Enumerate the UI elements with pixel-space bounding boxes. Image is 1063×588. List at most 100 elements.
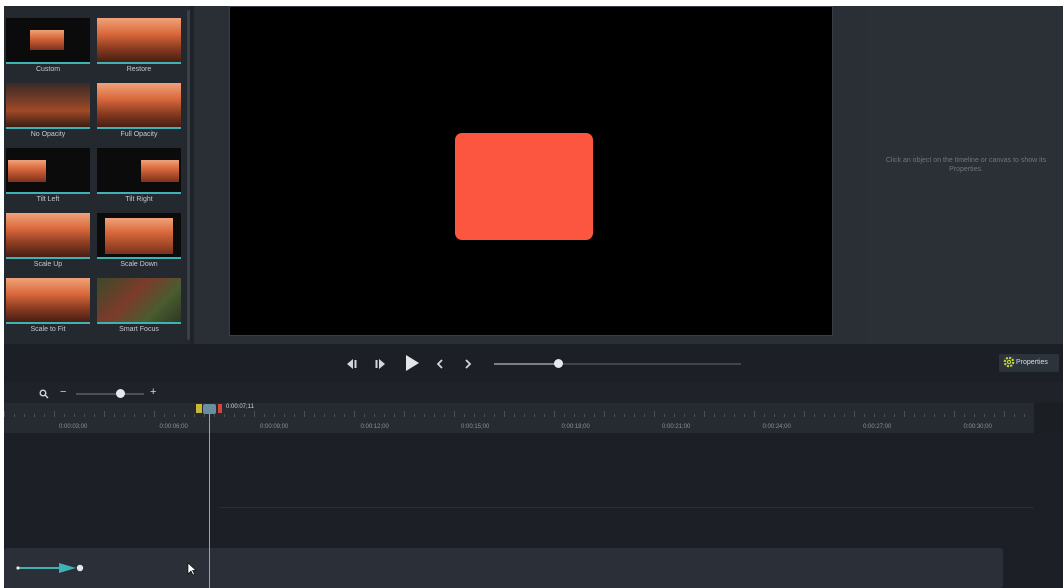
ruler-minor-tick	[844, 414, 845, 417]
canvas-shape[interactable]	[455, 133, 593, 240]
presets-scrollbar[interactable]	[187, 10, 190, 340]
step-back-button[interactable]	[345, 357, 359, 369]
preset-custom[interactable]: Custom	[6, 18, 90, 78]
preset-label: Scale to Fit	[30, 326, 66, 333]
ruler-minor-tick	[734, 414, 735, 417]
ruler-minor-tick	[414, 414, 415, 417]
ruler-minor-tick	[574, 414, 575, 417]
ruler-minor-tick	[1024, 414, 1025, 417]
ruler-minor-tick	[834, 414, 835, 417]
ruler-minor-tick	[914, 414, 915, 417]
ruler-minor-tick	[504, 411, 505, 417]
ruler-minor-tick	[114, 414, 115, 417]
ruler-tick-label: 0:00:15;00	[461, 424, 490, 430]
ruler-minor-tick	[684, 414, 685, 417]
ruler-minor-tick	[124, 414, 125, 417]
ruler-minor-tick	[704, 411, 705, 417]
ruler-minor-tick	[544, 414, 545, 417]
preset-label: Tilt Left	[36, 196, 60, 203]
preset-scale-to-fit[interactable]: Scale to Fit	[6, 278, 90, 338]
playhead-line	[209, 409, 210, 588]
ruler-minor-tick	[434, 414, 435, 417]
ruler-minor-tick	[964, 414, 965, 417]
zoom-slider-track[interactable]	[76, 393, 144, 395]
ruler-minor-tick	[944, 414, 945, 417]
ruler-minor-tick	[534, 414, 535, 417]
preset-thumbnail	[97, 148, 181, 194]
selection-start-handle[interactable]	[196, 404, 202, 413]
playhead-time: 0:00:07;11	[226, 404, 254, 410]
zoom-out-button[interactable]: −	[60, 386, 66, 398]
ruler-minor-tick	[864, 414, 865, 417]
ruler-minor-tick	[294, 414, 295, 417]
track-divider	[219, 507, 1034, 508]
ruler-tick-label: 0:00:27;00	[863, 424, 892, 430]
ruler-minor-tick	[654, 411, 655, 417]
zoom-in-button[interactable]: +	[150, 386, 156, 398]
ruler-minor-tick	[74, 414, 75, 417]
ruler-minor-tick	[344, 414, 345, 417]
preset-no-opacity[interactable]: No Opacity	[6, 83, 90, 143]
ruler-minor-tick	[1004, 411, 1005, 417]
preset-tilt-left[interactable]: Tilt Left	[6, 148, 90, 208]
preset-label: Full Opacity	[120, 131, 158, 138]
preset-thumbnail	[97, 278, 181, 324]
previous-marker-button[interactable]	[434, 357, 446, 369]
ruler-minor-tick	[624, 414, 625, 417]
mouse-cursor-icon	[187, 562, 197, 576]
preset-thumbnail	[6, 278, 90, 324]
ruler-minor-tick	[354, 411, 355, 417]
ruler-minor-tick	[514, 414, 515, 417]
ruler-minor-tick	[264, 414, 265, 417]
ruler-minor-tick	[764, 414, 765, 417]
search-icon[interactable]	[39, 389, 49, 399]
ruler-minor-tick	[154, 411, 155, 417]
ruler-minor-tick	[804, 411, 805, 417]
preset-restore[interactable]: Restore	[97, 18, 181, 78]
ruler-minor-tick	[304, 411, 305, 417]
ruler-tick-label: 0:00:06;00	[159, 424, 188, 430]
ruler-minor-tick	[934, 414, 935, 417]
ruler-minor-tick	[44, 414, 45, 417]
animation-arrow-icon[interactable]	[14, 560, 84, 576]
ruler-minor-tick	[234, 414, 235, 417]
preset-smart-focus[interactable]: Smart Focus	[97, 278, 181, 338]
gear-icon	[1003, 356, 1015, 368]
selection-end-handle[interactable]	[218, 404, 222, 413]
ruler-minor-tick	[584, 414, 585, 417]
ruler-minor-tick	[214, 414, 215, 417]
ruler-tick-label: 0:00:12;00	[360, 424, 389, 430]
step-forward-icon	[375, 359, 385, 369]
preset-label: Custom	[35, 66, 61, 73]
ruler-minor-tick	[24, 414, 25, 417]
ruler-minor-tick	[564, 414, 565, 417]
ruler-minor-tick	[754, 411, 755, 417]
preset-full-opacity[interactable]: Full Opacity	[97, 83, 181, 143]
timeline-toolbar	[4, 383, 1063, 403]
preset-thumbnail	[97, 83, 181, 129]
timeline-scroll-area	[1034, 403, 1063, 433]
ruler-minor-tick	[794, 414, 795, 417]
play-button[interactable]	[403, 354, 421, 372]
preset-scale-up[interactable]: Scale Up	[6, 213, 90, 273]
ruler-minor-tick	[984, 414, 985, 417]
properties-panel	[866, 6, 1063, 344]
ruler-minor-tick	[424, 414, 425, 417]
preset-scale-down[interactable]: Scale Down	[97, 213, 181, 273]
preset-tilt-right[interactable]: Tilt Right	[97, 148, 181, 208]
preset-thumbnail	[6, 18, 90, 64]
step-forward-button[interactable]	[373, 357, 387, 369]
ruler-minor-tick	[444, 414, 445, 417]
ruler-minor-tick	[134, 414, 135, 417]
ruler-minor-tick	[554, 411, 555, 417]
preset-label: No Opacity	[30, 131, 66, 138]
playhead-handle[interactable]	[203, 404, 216, 414]
app-window: Custom Restore No Opacity Full Opacity T…	[4, 6, 1063, 588]
ruler-minor-tick	[484, 414, 485, 417]
ruler-minor-tick	[644, 414, 645, 417]
track-clip[interactable]	[4, 548, 1003, 588]
ruler-minor-tick	[604, 411, 605, 417]
next-marker-button[interactable]	[462, 357, 474, 369]
ruler-minor-tick	[714, 414, 715, 417]
ruler-minor-tick	[324, 414, 325, 417]
